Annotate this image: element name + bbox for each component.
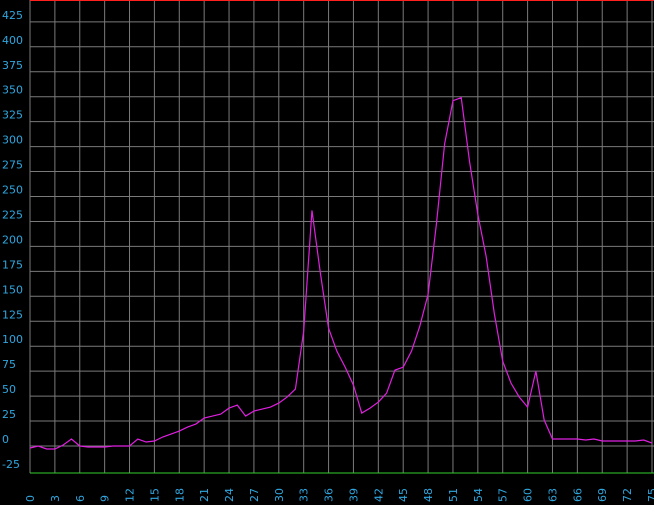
y-tick-label: 50 (2, 383, 16, 396)
x-tick-label: 18 (173, 488, 186, 502)
x-tick-label: 72 (621, 488, 634, 502)
y-tick-label: 400 (2, 34, 23, 47)
x-tick-label: 75 (646, 488, 654, 502)
line-chart: -250255075100125150175200225250275300325… (0, 0, 654, 505)
y-tick-label: 200 (2, 233, 23, 246)
x-tick-label: 42 (372, 488, 385, 502)
x-tick-label: 27 (248, 488, 261, 502)
y-tick-label: 275 (2, 159, 23, 172)
x-tick-label: 6 (74, 495, 87, 502)
y-tick-label: 0 (2, 433, 9, 446)
x-tick-label: 45 (397, 488, 410, 502)
x-tick-label: 30 (273, 488, 286, 502)
x-tick-label: 63 (546, 488, 559, 502)
plot-background (0, 0, 654, 505)
y-tick-label: 100 (2, 333, 23, 346)
y-tick-label: 75 (2, 358, 16, 371)
x-tick-label: 54 (472, 488, 485, 502)
x-tick-label: 0 (24, 495, 37, 502)
y-tick-label: 375 (2, 59, 23, 72)
y-tick-label: 225 (2, 208, 23, 221)
x-tick-label: 51 (447, 488, 460, 502)
x-tick-label: 15 (148, 488, 161, 502)
y-tick-label: 300 (2, 134, 23, 147)
x-tick-label: 9 (99, 495, 112, 502)
y-tick-label: 125 (2, 308, 23, 321)
y-tick-label: 425 (2, 9, 23, 22)
x-tick-label: 48 (422, 488, 435, 502)
y-tick-label: 350 (2, 84, 23, 97)
y-tick-label: 175 (2, 258, 23, 271)
x-tick-label: 69 (596, 488, 609, 502)
y-tick-label: 250 (2, 184, 23, 197)
y-tick-label: 25 (2, 408, 16, 421)
x-tick-label: 24 (223, 488, 236, 502)
y-tick-label: -25 (2, 458, 20, 471)
x-tick-label: 33 (298, 488, 311, 502)
x-tick-label: 60 (522, 488, 535, 502)
x-tick-label: 39 (347, 488, 360, 502)
x-tick-label: 3 (49, 495, 62, 502)
y-tick-label: 150 (2, 283, 23, 296)
x-tick-label: 57 (497, 488, 510, 502)
x-tick-label: 36 (323, 488, 336, 502)
x-tick-label: 12 (124, 488, 137, 502)
x-tick-label: 21 (198, 488, 211, 502)
y-tick-label: 325 (2, 109, 23, 122)
x-tick-label: 66 (571, 488, 584, 502)
